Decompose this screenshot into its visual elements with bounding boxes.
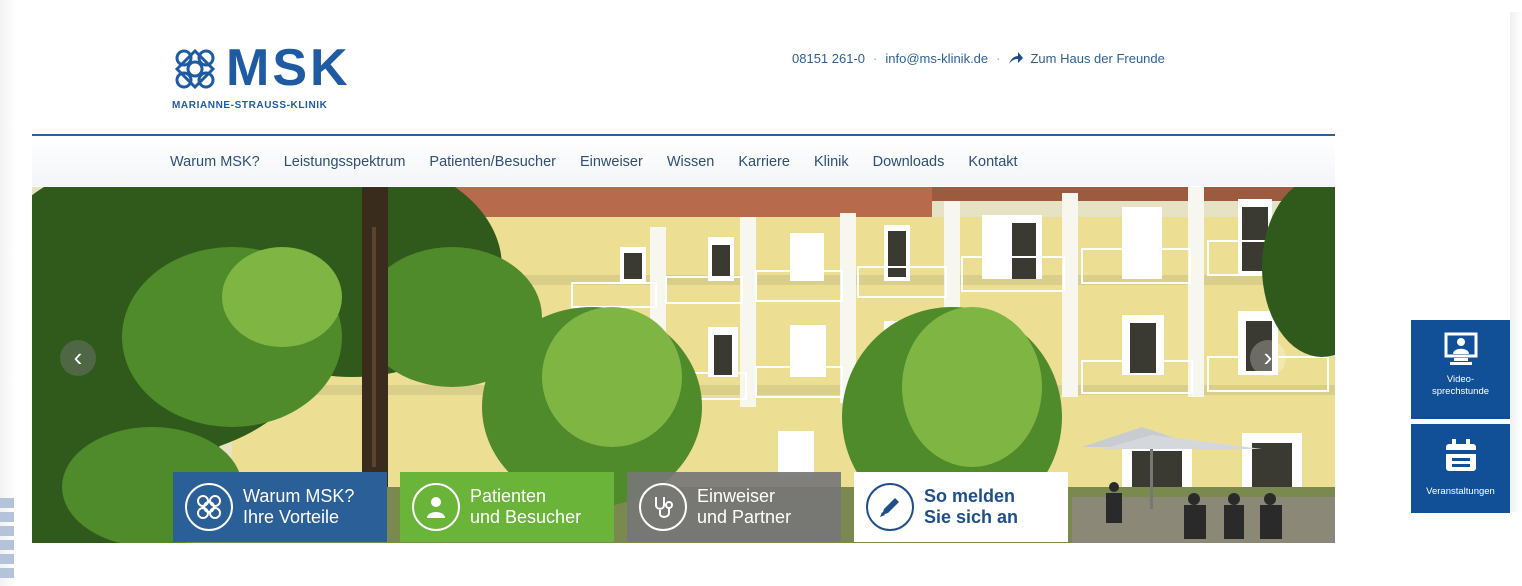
nav-item-klinik[interactable]: Klinik: [814, 154, 849, 170]
pen-icon: [866, 483, 914, 531]
friends-house-label: Zum Haus der Freunde: [1030, 50, 1165, 66]
nav-item-kontakt[interactable]: Kontakt: [968, 154, 1017, 170]
person-icon: [412, 483, 460, 531]
contact-bar: 08151 261-0 · info@ms-klinik.de · Zum Ha…: [792, 48, 1165, 68]
video-call-icon: [1444, 332, 1477, 365]
nav-item-warum-msk[interactable]: Warum MSK?: [170, 154, 260, 170]
nav-item-leistungsspektrum[interactable]: Leistungsspektrum: [284, 154, 406, 170]
separator: ·: [873, 50, 878, 66]
tile-label: Patienten und Besucher: [470, 486, 582, 527]
slider-prev-button[interactable]: ‹: [60, 340, 96, 376]
tile-einweiser-partner[interactable]: Einweiser und Partner: [627, 472, 841, 542]
tile-so-melden[interactable]: So melden Sie sich an: [854, 472, 1068, 542]
slider-next-button[interactable]: ›: [1250, 340, 1286, 376]
email-link[interactable]: info@ms-klinik.de: [885, 51, 988, 66]
nav-item-patienten-besucher[interactable]: Patienten/Besucher: [429, 154, 556, 170]
left-decor-squares: [0, 498, 14, 586]
tile-warum-msk[interactable]: Warum MSK? Ihre Vorteile: [173, 472, 387, 542]
page-right-shadow: [1510, 12, 1522, 512]
events-button[interactable]: Veranstaltungen: [1411, 424, 1510, 513]
logo-text: MSK: [226, 39, 351, 97]
friends-house-link[interactable]: Zum Haus der Freunde: [1008, 50, 1165, 66]
video-consultation-button[interactable]: Video-sprechstunde: [1411, 320, 1510, 419]
knot-logo-icon: [185, 483, 233, 531]
arrow-right-icon: [1009, 52, 1024, 64]
logo[interactable]: MSK MARIANNE-STRAUSS-KLINIK: [170, 39, 360, 118]
chevron-left-icon: ‹: [73, 342, 83, 372]
events-label: Veranstaltungen: [1426, 486, 1495, 497]
main-nav-bar: Warum MSK? Leistungsspektrum Patienten/B…: [32, 134, 1335, 186]
stethoscope-icon: [639, 483, 687, 531]
separator: ·: [996, 50, 1001, 66]
nav-item-downloads[interactable]: Downloads: [873, 154, 945, 170]
calendar-icon: [1445, 439, 1476, 471]
nav-item-einweiser[interactable]: Einweiser: [580, 154, 643, 170]
tile-label: So melden Sie sich an: [924, 486, 1019, 527]
phone-link[interactable]: 08151 261-0: [792, 51, 865, 66]
logo-subtitle: MARIANNE-STRAUSS-KLINIK: [172, 100, 328, 111]
chevron-right-icon: ›: [1263, 342, 1273, 372]
tile-label: Warum MSK? Ihre Vorteile: [243, 486, 355, 527]
knot-logo-icon: [174, 48, 216, 90]
nav-item-wissen[interactable]: Wissen: [667, 154, 715, 170]
tile-label: Einweiser und Partner: [697, 486, 792, 527]
video-consultation-label: Video-sprechstunde: [1431, 374, 1490, 397]
tile-patienten-besucher[interactable]: Patienten und Besucher: [400, 472, 614, 542]
nav-item-karriere[interactable]: Karriere: [738, 154, 790, 170]
main-nav: Warum MSK? Leistungsspektrum Patienten/B…: [170, 154, 1042, 170]
